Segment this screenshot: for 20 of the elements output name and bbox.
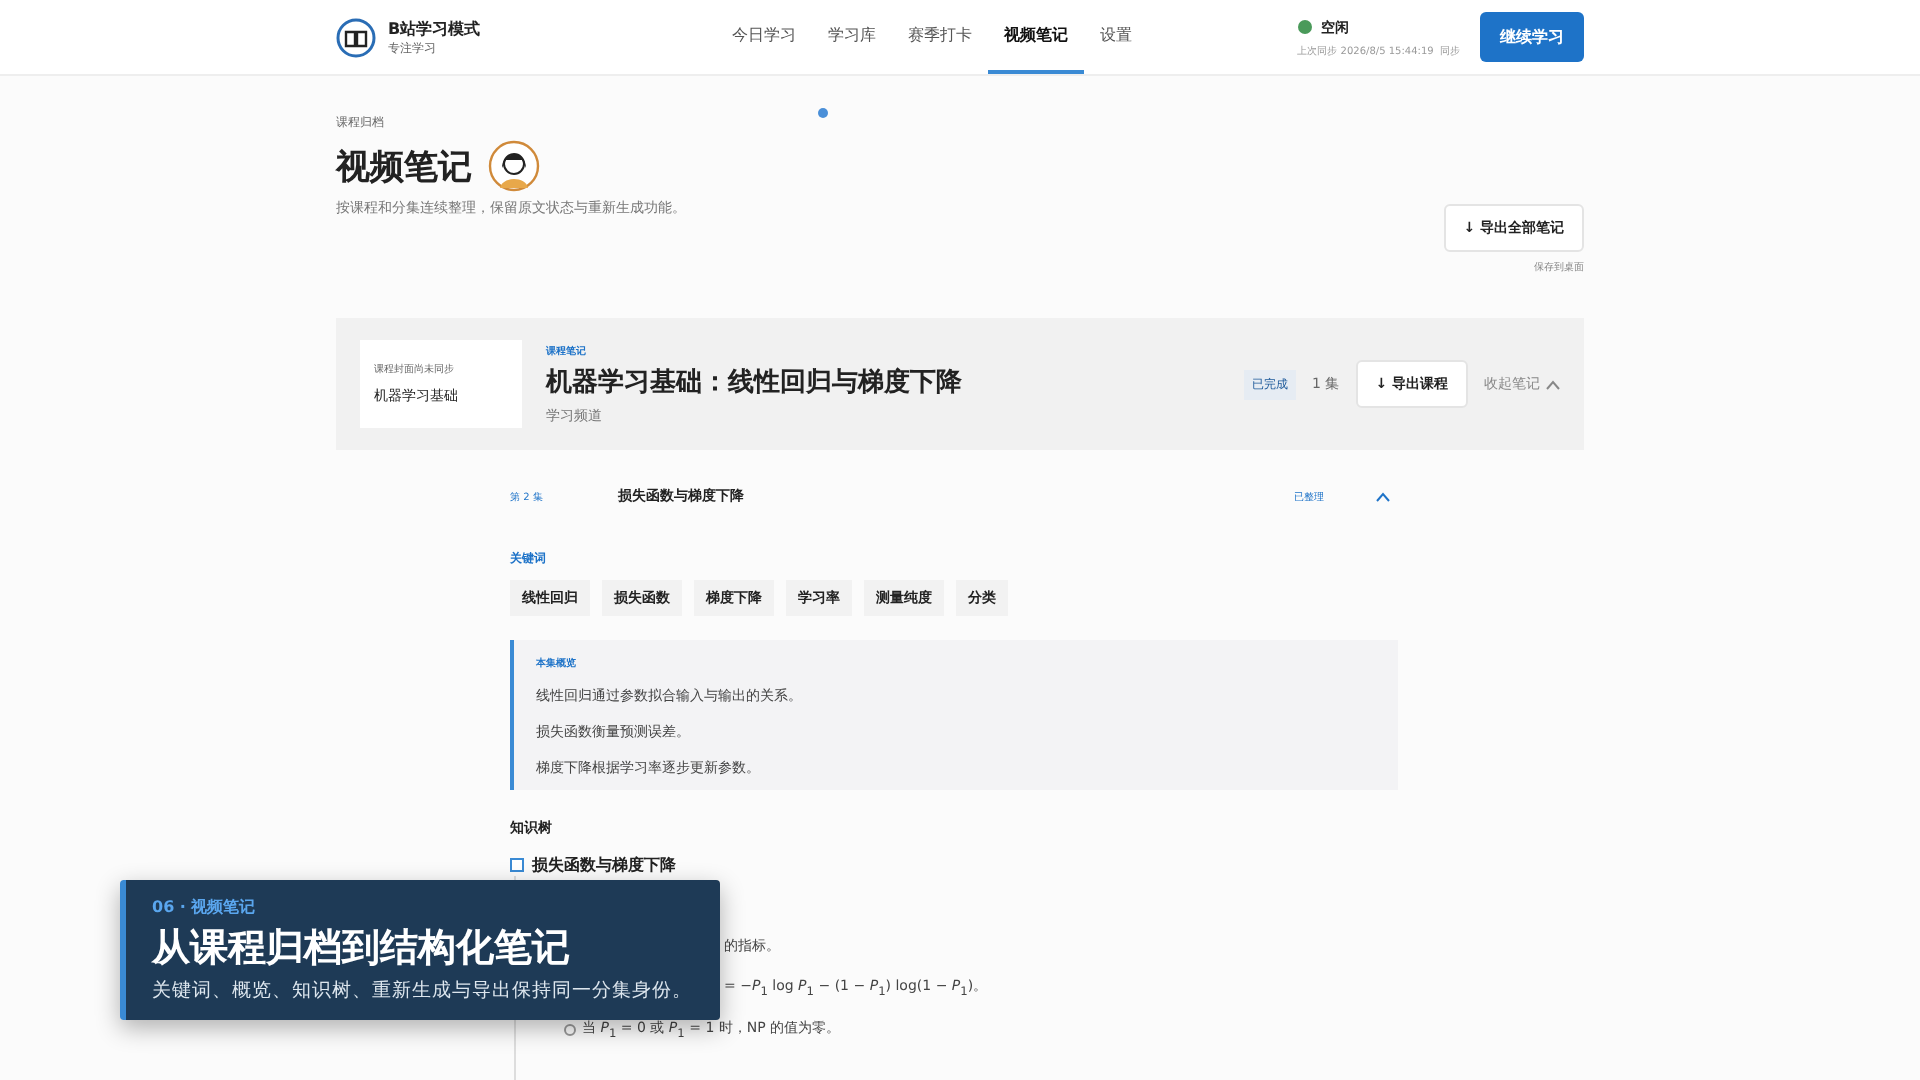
caption-text: 关键词、概览、知识树、重新生成与导出保持同一分集身份。 xyxy=(152,978,694,1004)
nav-tab[interactable]: 视频笔记 xyxy=(988,0,1084,74)
caption-title: 从课程归档到结构化笔记 xyxy=(152,924,572,974)
checkbox[interactable] xyxy=(510,858,524,872)
nav-tab[interactable]: 今日学习 xyxy=(716,0,812,74)
nav-tab[interactable]: 学习库 xyxy=(812,0,892,74)
chevron-icon xyxy=(1546,379,1560,389)
caret-icon[interactable] xyxy=(1376,491,1390,501)
page-title: 视频笔记 xyxy=(336,145,472,189)
dot-icon xyxy=(818,108,828,118)
nav-tab[interactable]: 赛季打卡 xyxy=(892,0,988,74)
caption-eyebrow: 06 · 视频笔记 xyxy=(152,896,258,918)
avatar-icon xyxy=(488,140,540,192)
book-icon xyxy=(336,17,376,57)
nav-tab[interactable]: 设置 xyxy=(1084,0,1148,74)
bullet-icon xyxy=(564,1024,576,1037)
course-title: 机器学习基础：线性回归与梯度下降 xyxy=(546,365,962,399)
app-name: B站学习模式 xyxy=(388,17,481,39)
continue-button[interactable]: 继续学习 xyxy=(1480,12,1584,62)
tree-node[interactable]: 损失函数与梯度下降 xyxy=(532,854,676,876)
